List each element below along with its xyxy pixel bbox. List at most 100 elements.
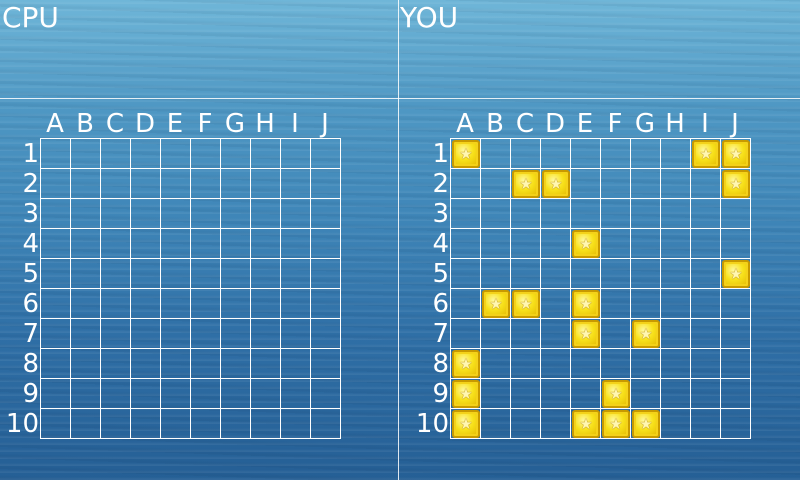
cpu-cell-i1[interactable] [281,139,311,169]
cpu-cell-i9[interactable] [281,379,311,409]
cpu-cell-e3[interactable] [161,199,191,229]
cpu-cell-j1[interactable] [311,139,341,169]
cpu-cell-c6[interactable] [101,289,131,319]
cpu-cell-b6[interactable] [71,289,101,319]
cpu-cell-f4[interactable] [191,229,221,259]
cpu-cell-c3[interactable] [101,199,131,229]
cpu-cell-i4[interactable] [281,229,311,259]
cpu-cell-g9[interactable] [221,379,251,409]
cpu-cell-f2[interactable] [191,169,221,199]
cpu-cell-a9[interactable] [41,379,71,409]
cpu-cell-a1[interactable] [41,139,71,169]
cpu-cell-e4[interactable] [161,229,191,259]
cpu-cell-j7[interactable] [311,319,341,349]
cpu-cell-i7[interactable] [281,319,311,349]
cpu-cell-b5[interactable] [71,259,101,289]
cpu-cell-c1[interactable] [101,139,131,169]
cpu-cell-h6[interactable] [251,289,281,319]
cpu-cell-g10[interactable] [221,409,251,439]
cpu-cell-e10[interactable] [161,409,191,439]
cpu-cell-i3[interactable] [281,199,311,229]
cpu-cell-d3[interactable] [131,199,161,229]
cpu-cell-h1[interactable] [251,139,281,169]
cpu-cell-b2[interactable] [71,169,101,199]
cpu-cell-d4[interactable] [131,229,161,259]
cpu-cell-a6[interactable] [41,289,71,319]
cpu-cell-j6[interactable] [311,289,341,319]
cpu-cell-j10[interactable] [311,409,341,439]
cpu-cell-g6[interactable] [221,289,251,319]
cpu-cell-b4[interactable] [71,229,101,259]
cpu-cell-d8[interactable] [131,349,161,379]
cpu-cell-g3[interactable] [221,199,251,229]
cpu-cell-j4[interactable] [311,229,341,259]
cpu-cell-d9[interactable] [131,379,161,409]
cpu-cell-a7[interactable] [41,319,71,349]
cpu-cell-j5[interactable] [311,259,341,289]
cpu-cell-b7[interactable] [71,319,101,349]
cpu-cell-f5[interactable] [191,259,221,289]
cpu-cell-g7[interactable] [221,319,251,349]
cpu-cell-c5[interactable] [101,259,131,289]
cpu-cell-j8[interactable] [311,349,341,379]
cpu-cell-i8[interactable] [281,349,311,379]
cpu-cell-h3[interactable] [251,199,281,229]
cpu-cell-c8[interactable] [101,349,131,379]
cpu-cell-i5[interactable] [281,259,311,289]
cpu-cell-a3[interactable] [41,199,71,229]
cpu-cell-c10[interactable] [101,409,131,439]
cpu-cell-d5[interactable] [131,259,161,289]
cpu-cell-d7[interactable] [131,319,161,349]
cpu-cell-a2[interactable] [41,169,71,199]
cpu-cell-i10[interactable] [281,409,311,439]
cpu-cell-d6[interactable] [131,289,161,319]
cpu-cell-g8[interactable] [221,349,251,379]
cpu-cell-g1[interactable] [221,139,251,169]
cpu-cell-h4[interactable] [251,229,281,259]
cpu-cell-i6[interactable] [281,289,311,319]
cpu-cell-d10[interactable] [131,409,161,439]
cpu-cell-e1[interactable] [161,139,191,169]
cpu-cell-c2[interactable] [101,169,131,199]
cpu-cell-j3[interactable] [311,199,341,229]
cpu-cell-d2[interactable] [131,169,161,199]
cpu-cell-b9[interactable] [71,379,101,409]
cpu-cell-e9[interactable] [161,379,191,409]
cpu-cell-f3[interactable] [191,199,221,229]
cpu-cell-f1[interactable] [191,139,221,169]
cpu-cell-a10[interactable] [41,409,71,439]
cpu-cell-b8[interactable] [71,349,101,379]
cpu-cell-b10[interactable] [71,409,101,439]
cpu-cell-e8[interactable] [161,349,191,379]
cpu-cell-c7[interactable] [101,319,131,349]
cpu-cell-h5[interactable] [251,259,281,289]
cpu-cell-h7[interactable] [251,319,281,349]
cpu-cell-b1[interactable] [71,139,101,169]
cpu-cell-a8[interactable] [41,349,71,379]
cpu-cell-h10[interactable] [251,409,281,439]
cpu-cell-h9[interactable] [251,379,281,409]
cpu-cell-c9[interactable] [101,379,131,409]
cpu-cell-i2[interactable] [281,169,311,199]
cpu-cell-h2[interactable] [251,169,281,199]
cpu-cell-g5[interactable] [221,259,251,289]
cpu-cell-d1[interactable] [131,139,161,169]
cpu-cell-e2[interactable] [161,169,191,199]
cpu-cell-e6[interactable] [161,289,191,319]
cpu-cell-g4[interactable] [221,229,251,259]
cpu-cell-g2[interactable] [221,169,251,199]
cpu-cell-f9[interactable] [191,379,221,409]
cpu-cell-e5[interactable] [161,259,191,289]
cpu-cell-a5[interactable] [41,259,71,289]
cpu-cell-j9[interactable] [311,379,341,409]
cpu-cell-f7[interactable] [191,319,221,349]
cpu-cell-c4[interactable] [101,229,131,259]
cpu-cell-b3[interactable] [71,199,101,229]
cpu-cell-f8[interactable] [191,349,221,379]
cpu-cell-f10[interactable] [191,409,221,439]
cpu-cell-h8[interactable] [251,349,281,379]
cpu-cell-a4[interactable] [41,229,71,259]
cpu-cell-j2[interactable] [311,169,341,199]
cpu-cell-e7[interactable] [161,319,191,349]
cpu-cell-f6[interactable] [191,289,221,319]
